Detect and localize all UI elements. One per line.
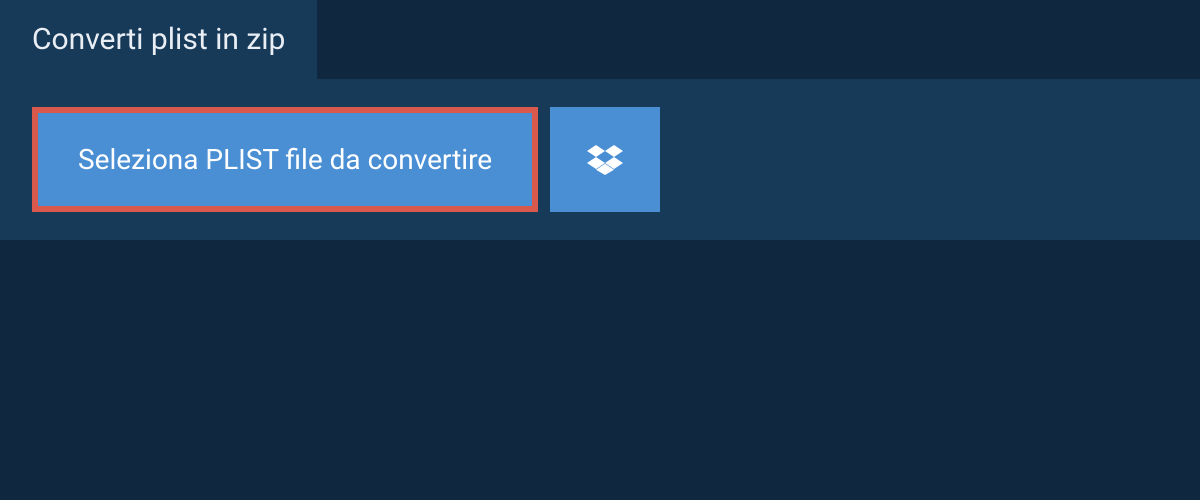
button-row: Seleziona PLIST file da convertire [32,107,1168,212]
select-file-button[interactable]: Seleziona PLIST file da convertire [32,107,538,212]
tab-container: Converti plist in zip [0,0,317,79]
tab-label: Converti plist in zip [32,22,285,57]
content-panel: Seleziona PLIST file da convertire [0,79,1200,240]
tab-convert[interactable]: Converti plist in zip [0,0,317,79]
select-file-label: Seleziona PLIST file da convertire [78,143,492,176]
dropbox-button[interactable] [550,107,660,212]
dropbox-icon [587,142,623,178]
